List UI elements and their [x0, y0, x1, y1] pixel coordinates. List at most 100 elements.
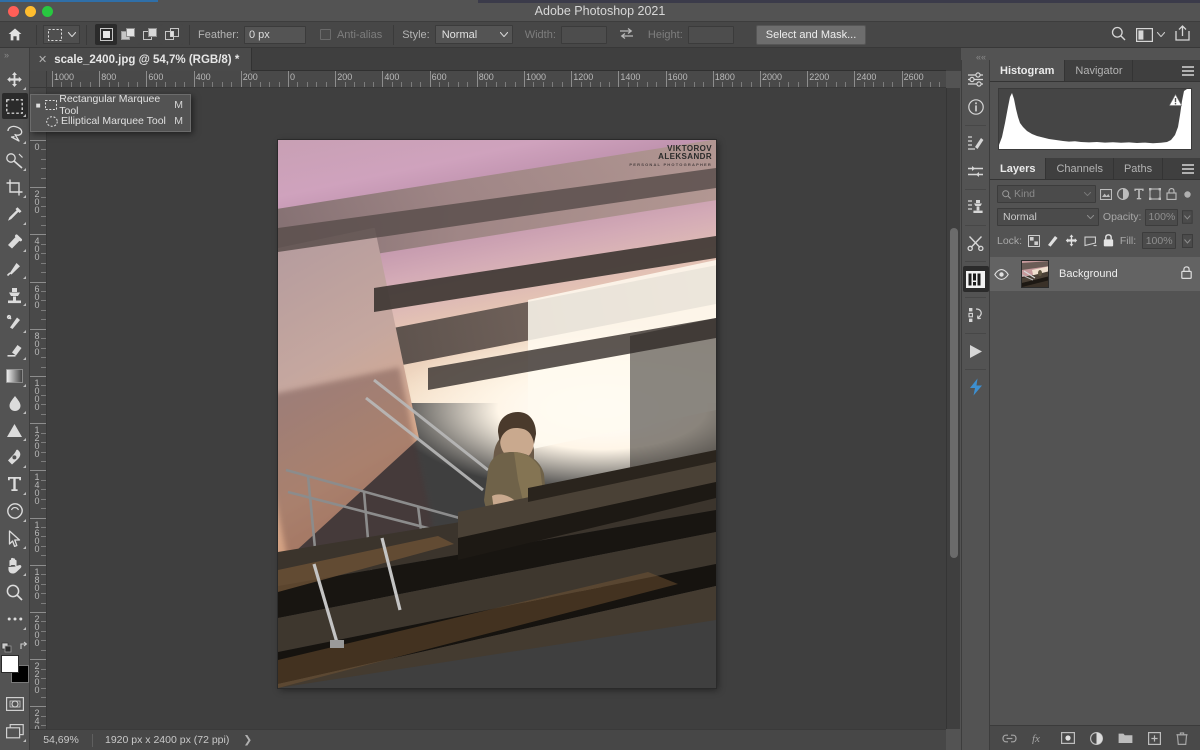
histogram-panel-tabs[interactable]: Histogram Navigator [990, 60, 1200, 82]
opacity-input[interactable]: 100% [1145, 209, 1178, 226]
tab-channels[interactable]: Channels [1046, 158, 1113, 179]
tab-layers[interactable]: Layers [990, 158, 1046, 179]
path-selection-tool[interactable] [2, 525, 28, 551]
pen-tool[interactable] [2, 444, 28, 470]
share-icon[interactable] [1175, 25, 1190, 44]
object-selection-tool[interactable] [2, 147, 28, 173]
glyphs-scissors-icon[interactable] [963, 230, 989, 256]
history-brush-tool[interactable] [2, 309, 28, 335]
canvas-vertical-scrollbar[interactable] [946, 88, 960, 729]
add-layer-mask-icon[interactable] [1061, 732, 1075, 744]
document-image[interactable]: VIKTOROV ALEKSANDR PERSONAL PHOTOGRAPHER [278, 140, 716, 688]
actions-play-icon[interactable] [963, 338, 989, 364]
flyout-item-rectangular-marquee[interactable]: ■ Rectangular Marquee Tool M [31, 97, 190, 113]
search-icon[interactable] [1111, 26, 1126, 44]
lock-position-icon[interactable] [1065, 234, 1078, 247]
add-to-selection-button[interactable] [117, 24, 139, 45]
canvas-area[interactable]: VIKTOROV ALEKSANDR PERSONAL PHOTOGRAPHER [47, 88, 946, 729]
cached-data-warning-icon[interactable] [1169, 94, 1182, 106]
workspace-switcher[interactable] [1136, 28, 1165, 42]
layers-panel-tabs[interactable]: Layers Channels Paths [990, 158, 1200, 180]
hand-tool[interactable] [2, 552, 28, 578]
panel-menu-icon[interactable] [1182, 66, 1194, 78]
selection-mode-group[interactable] [95, 24, 183, 45]
brush-settings-icon[interactable] [963, 130, 989, 156]
new-layer-icon[interactable] [1148, 732, 1161, 745]
edit-toolbar-button[interactable] [2, 606, 28, 632]
horizontal-type-tool[interactable] [2, 471, 28, 497]
libraries-icon[interactable] [963, 266, 989, 292]
new-group-icon[interactable] [1118, 732, 1133, 744]
height-input[interactable] [688, 26, 734, 44]
spot-healing-brush-tool[interactable] [2, 228, 28, 254]
color-swatches[interactable] [1, 655, 29, 683]
document-tab[interactable]: ✕ scale_2400.jpg @ 54,7% (RGB/8) * [30, 48, 252, 71]
new-selection-button[interactable] [95, 24, 117, 45]
opacity-stepper-icon[interactable] [1182, 209, 1193, 225]
blur-tool[interactable] [2, 390, 28, 416]
rectangular-marquee-tool[interactable] [2, 93, 28, 119]
panel-menu-icon[interactable] [1182, 164, 1194, 176]
move-tool[interactable] [2, 66, 28, 92]
close-icon[interactable]: ✕ [38, 53, 47, 66]
screen-mode-icon[interactable] [2, 718, 28, 744]
eye-icon[interactable] [994, 269, 1009, 280]
crop-tool[interactable] [2, 174, 28, 200]
history-icon[interactable] [963, 302, 989, 328]
chevron-down-icon[interactable] [65, 25, 80, 44]
layer-filter-select[interactable]: Kind [997, 185, 1096, 203]
subtract-from-selection-button[interactable] [139, 24, 161, 45]
zoom-tool[interactable] [2, 579, 28, 605]
fill-stepper-icon[interactable] [1182, 233, 1193, 249]
layer-style-fx-icon[interactable]: fx [1032, 732, 1046, 744]
chevron-right-icon[interactable]: ❯ [229, 734, 252, 746]
fill-input[interactable]: 100% [1142, 232, 1176, 249]
horizontal-ruler[interactable]: 1000800600400200020040060080010001200140… [47, 71, 946, 88]
marquee-preset-icon[interactable] [43, 25, 65, 44]
lock-all-icon[interactable] [1103, 234, 1114, 247]
dodge-tool[interactable] [2, 417, 28, 443]
clone-stamp-tool[interactable] [2, 282, 28, 308]
background-layer-thumbnail[interactable] [1021, 260, 1049, 288]
tool-flyout-menu[interactable]: ■ Rectangular Marquee Tool M Elliptical … [30, 94, 191, 132]
eraser-tool[interactable] [2, 336, 28, 362]
lasso-tool[interactable] [2, 120, 28, 146]
vertical-ruler[interactable]: 0200400600800100012001400160018002000220… [30, 88, 47, 729]
width-input[interactable] [561, 26, 607, 44]
info-icon[interactable] [963, 94, 989, 120]
eyedropper-tool[interactable] [2, 201, 28, 227]
histogram-graph[interactable] [998, 88, 1192, 150]
new-adjustment-layer-icon[interactable] [1090, 732, 1103, 745]
sliders-icon[interactable] [963, 158, 989, 184]
dock-collapse-icon[interactable]: «« [976, 52, 986, 62]
blend-mode-select[interactable]: Normal [997, 208, 1099, 226]
select-and-mask-button[interactable]: Select and Mask... [756, 25, 867, 45]
feather-input[interactable]: 0 px [244, 26, 306, 44]
gradient-tool[interactable] [2, 363, 28, 389]
tab-paths[interactable]: Paths [1114, 158, 1163, 179]
swap-arrows-icon[interactable] [619, 27, 634, 43]
tool-preset-picker[interactable] [43, 22, 80, 48]
lock-image-pixels-icon[interactable] [1046, 234, 1059, 247]
custom-shape-tool[interactable] [2, 498, 28, 524]
brush-tool[interactable] [2, 255, 28, 281]
style-select[interactable]: Normal [435, 25, 513, 44]
scrollbar-thumb[interactable] [950, 228, 958, 558]
home-icon[interactable] [0, 28, 30, 41]
tab-navigator[interactable]: Navigator [1065, 60, 1133, 81]
toolbar-collapse-icon[interactable]: » [4, 50, 27, 60]
lock-icon[interactable] [1181, 266, 1192, 282]
adjustments-icon[interactable] [963, 66, 989, 92]
intersect-with-selection-button[interactable] [161, 24, 183, 45]
layer-row-background[interactable]: Background [990, 257, 1200, 291]
lightning-bolt-icon[interactable] [963, 374, 989, 400]
quick-mask-icon[interactable] [2, 691, 28, 717]
anti-alias-checkbox[interactable] [320, 29, 331, 40]
layer-filter-icons[interactable] [1100, 188, 1193, 200]
ruler-corner[interactable] [30, 71, 47, 88]
zoom-level[interactable]: 54,69% [30, 734, 92, 746]
clone-source-icon[interactable] [963, 194, 989, 220]
link-layers-icon[interactable] [1002, 734, 1017, 743]
lock-artboard-nesting-icon[interactable] [1084, 235, 1097, 247]
tab-histogram[interactable]: Histogram [990, 60, 1065, 81]
